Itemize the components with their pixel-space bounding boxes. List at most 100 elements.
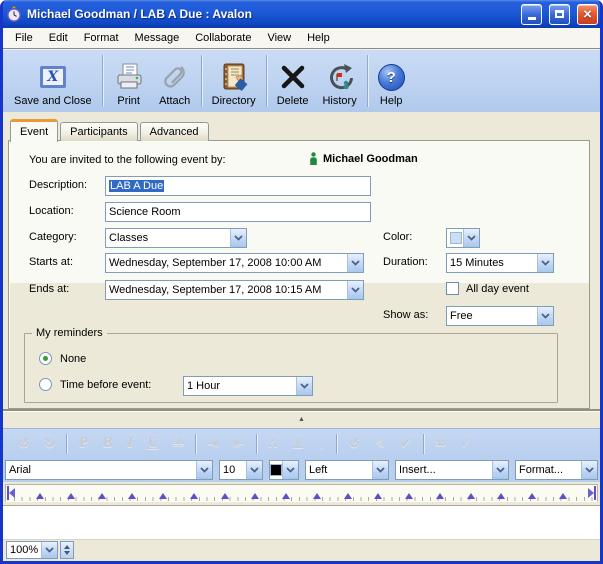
alignment-select[interactable]: Left [305, 460, 389, 480]
highlight-icon[interactable]: ab [428, 438, 454, 449]
menu-edit[interactable]: Edit [41, 30, 76, 46]
attach-paperclip-icon [159, 60, 191, 94]
redo-icon[interactable]: ↻ [37, 435, 63, 452]
starts-at-select[interactable]: Wednesday, September 17, 2008 10:00 AM [105, 253, 364, 273]
chevron-down-icon [537, 307, 553, 325]
font-color-swatch [270, 464, 282, 476]
chevron-down-icon [537, 254, 553, 272]
close-icon: × [583, 7, 592, 22]
collapse-handle-icon: ▲ [298, 416, 305, 423]
chevron-down-icon [347, 281, 363, 299]
application-window: Michael Goodman / LAB A Due : Avalon × F… [0, 0, 603, 564]
color-select[interactable] [446, 228, 480, 248]
titlebar[interactable]: Michael Goodman / LAB A Due : Avalon × [0, 0, 603, 28]
undo-icon[interactable]: ↺ [11, 435, 37, 452]
location-label: Location: [29, 205, 74, 217]
italic-icon[interactable]: I [120, 436, 140, 451]
ends-at-select[interactable]: Wednesday, September 17, 2008 10:15 AM [105, 280, 364, 300]
toolbar-separator [102, 55, 103, 107]
save-and-close-icon: X [40, 60, 66, 94]
reminder-time-radio[interactable] [39, 378, 52, 391]
tab-strip: Event Participants Advanced [10, 118, 209, 141]
menu-help[interactable]: Help [299, 30, 338, 46]
insert-select[interactable]: Insert... [395, 460, 509, 480]
baseline-icon[interactable]: ⊥ [285, 435, 312, 452]
font-toolbar: Arial 10 Left Insert... Format... [3, 458, 600, 482]
revert-icon[interactable]: ↺ [341, 435, 367, 452]
indent-icon[interactable]: ⇥ [200, 435, 226, 452]
left-margin-marker[interactable] [7, 486, 16, 500]
event-tab-panel: You are invited to the following event b… [8, 140, 590, 409]
chevron-down-icon [230, 229, 246, 247]
reminder-none-radio[interactable] [39, 352, 52, 365]
category-select[interactable]: Classes [105, 228, 247, 248]
duration-label: Duration: [383, 256, 428, 268]
format-select[interactable]: Format... [515, 460, 598, 480]
toolbar-separator [336, 434, 337, 454]
tab-event[interactable]: Event [10, 119, 58, 142]
maximize-button[interactable] [549, 4, 570, 25]
plain-style-icon[interactable]: P [71, 436, 95, 451]
help-button[interactable]: ? Help [371, 52, 412, 110]
spinner-down-icon [64, 551, 70, 555]
zoom-spinner[interactable] [60, 541, 74, 559]
toolbar-separator [66, 434, 67, 454]
underline-icon[interactable]: U [140, 436, 165, 451]
category-label: Category: [29, 231, 77, 243]
font-size-select[interactable]: 10 [219, 460, 263, 480]
show-as-select[interactable]: Free [446, 306, 554, 326]
delete-button[interactable]: Delete [270, 52, 316, 110]
tab-advanced[interactable]: Advanced [140, 122, 209, 141]
location-input[interactable]: Science Room [105, 202, 371, 222]
zoom-select[interactable]: 100% [6, 541, 58, 559]
show-as-label: Show as: [383, 309, 428, 321]
history-icon [324, 60, 356, 94]
print-button[interactable]: Print [106, 52, 152, 110]
ruler-tabstops[interactable] [5, 484, 598, 502]
event-pane: Event Participants Advanced You are invi… [3, 112, 600, 428]
reminder-time-select[interactable]: 1 Hour [183, 376, 313, 396]
message-body[interactable] [3, 505, 600, 538]
minimize-icon [528, 17, 536, 20]
pen-icon[interactable]: ✎ [367, 435, 393, 452]
toolbar-separator [201, 55, 202, 107]
event-color-swatch [450, 232, 462, 244]
chevron-down-icon [372, 461, 388, 479]
ends-at-label: Ends at: [29, 283, 69, 295]
menu-message[interactable]: Message [127, 30, 188, 46]
maximize-icon [555, 10, 564, 18]
outdent-icon[interactable]: ⇤ [226, 435, 252, 452]
attach-button[interactable]: Attach [152, 52, 198, 110]
my-reminders-group: My reminders None Time before event: 1 H… [24, 333, 558, 403]
approve-icon[interactable]: ✔ [393, 435, 419, 452]
person-icon [309, 152, 318, 165]
bold-icon[interactable]: B [95, 436, 120, 451]
my-reminders-legend: My reminders [32, 327, 107, 339]
directory-book-icon [218, 60, 250, 94]
menu-file[interactable]: File [7, 30, 41, 46]
menu-format[interactable]: Format [76, 30, 127, 46]
strikethrough-icon[interactable]: ab [166, 438, 192, 449]
duration-select[interactable]: 15 Minutes [446, 253, 554, 273]
close-button[interactable]: × [577, 4, 598, 25]
directory-button[interactable]: Directory [205, 52, 263, 110]
move-down-icon[interactable]: ↓ [311, 436, 332, 452]
font-family-select[interactable]: Arial [5, 460, 213, 480]
spellcheck-icon[interactable]: ✓ [453, 435, 479, 452]
menu-collaborate[interactable]: Collaborate [187, 30, 259, 46]
right-margin-marker[interactable] [587, 486, 596, 500]
spacing-icon[interactable]: ∴ [261, 435, 285, 452]
print-icon [113, 60, 145, 94]
inviter-name: Michael Goodman [323, 153, 418, 165]
menu-view[interactable]: View [259, 30, 299, 46]
tab-participants[interactable]: Participants [60, 122, 137, 141]
font-color-select[interactable] [269, 460, 299, 480]
chevron-down-icon [196, 461, 212, 479]
history-button[interactable]: History [315, 52, 363, 110]
all-day-checkbox[interactable] [446, 282, 459, 295]
minimize-button[interactable] [521, 4, 542, 25]
pane-splitter[interactable]: ▲ [3, 411, 600, 428]
description-input[interactable]: LAB A Due [105, 176, 371, 196]
description-label: Description: [29, 179, 87, 191]
save-and-close-button[interactable]: X Save and Close [7, 52, 99, 110]
